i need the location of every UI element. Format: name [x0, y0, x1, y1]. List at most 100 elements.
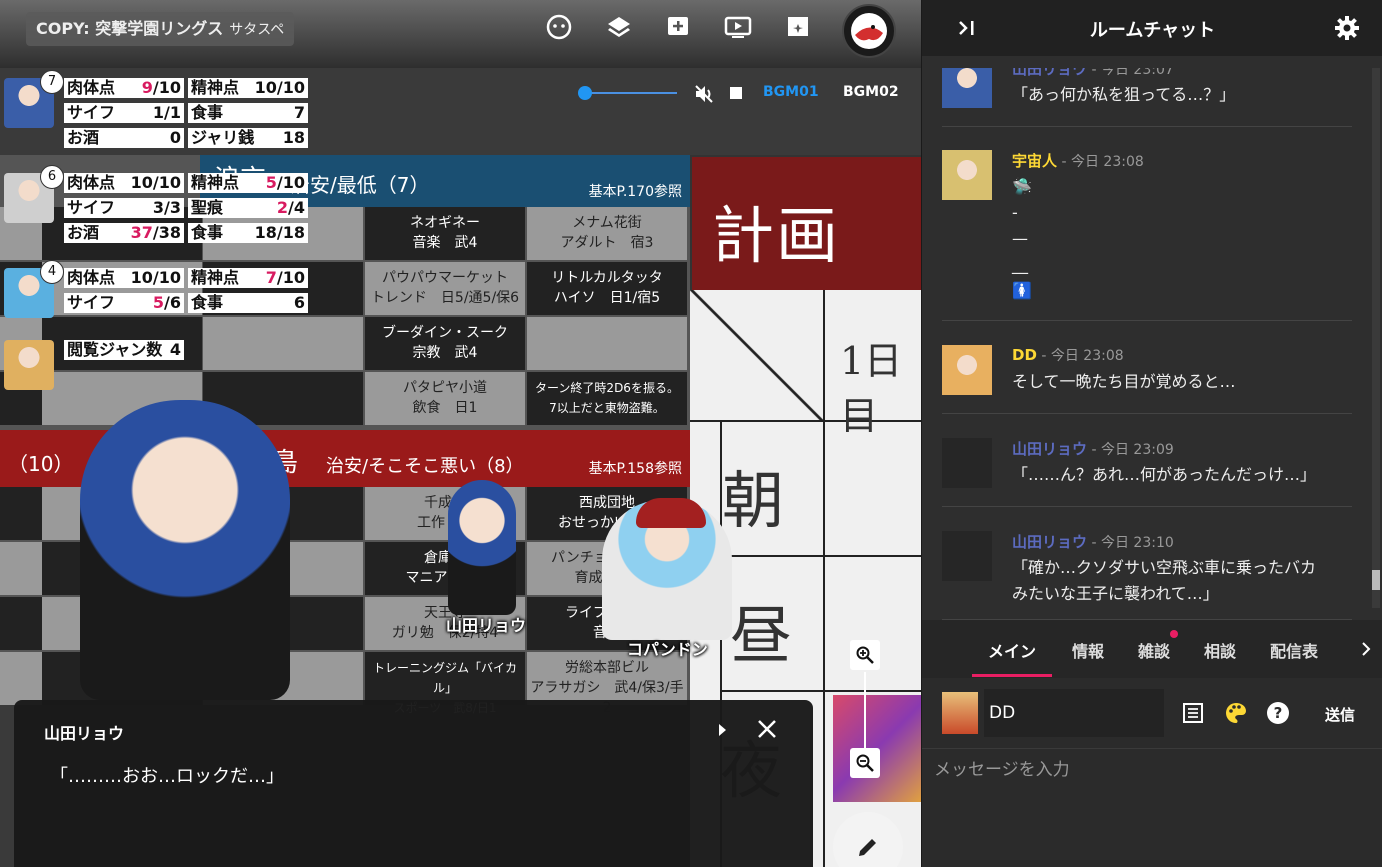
- zoom-in-button[interactable]: [850, 640, 880, 670]
- plan-card: 計画: [690, 155, 921, 294]
- face-icon[interactable]: [544, 12, 574, 42]
- sender-name-field[interactable]: [984, 689, 1164, 737]
- chat-message: 山田リョウ - 今日 23:09 「……ん？あれ…何があったんだっけ…」: [942, 438, 1352, 507]
- district-ref: 基本P.170参照: [588, 184, 682, 200]
- message-window[interactable]: 山田リョウ 「………おお…ロックだ…」: [14, 700, 813, 867]
- stat-cell: 食事 6: [188, 293, 308, 313]
- board-cell[interactable]: ターン終了時2D6を振る。 7以上だと東物盗難。: [527, 372, 687, 425]
- noon-label: 昼: [730, 599, 793, 672]
- chat-tabs: メイン 情報 雑談 相談 配信表: [922, 620, 1382, 678]
- pencil-icon: [859, 839, 876, 856]
- board-cell-detail: トレンド 日5/通5/保6: [370, 290, 520, 306]
- svg-text:?: ?: [1274, 704, 1283, 722]
- day-label: 1日目: [840, 339, 903, 438]
- stat-cell: 肉体点 9/10: [64, 78, 184, 98]
- game-stage: ネオギネー 音楽 武4 メナム花街 アダルト 宿3 パウパウマーケット トレンド 日5/通…: [0, 0, 921, 867]
- user-avatar[interactable]: [842, 4, 896, 58]
- sender-avatar[interactable]: [942, 692, 978, 734]
- volume-slider[interactable]: [585, 92, 677, 94]
- zoom-out-button[interactable]: [850, 748, 880, 778]
- chat-timestamp: - 今日 23:08: [1036, 348, 1124, 364]
- chat-scrollbar[interactable]: [1372, 68, 1380, 608]
- board-cell[interactable]: パタピヤ小道 飲食 日1: [365, 372, 525, 425]
- board-cell-detail: 飲食 日1: [412, 400, 478, 416]
- stat-cell: 閲覧ジャン数 4: [64, 340, 184, 360]
- chat-timestamp: - 今日 23:09: [1087, 442, 1174, 458]
- chat-avatar[interactable]: [942, 345, 992, 395]
- send-button[interactable]: 送信: [1325, 704, 1355, 725]
- character-sprite-ryo[interactable]: [448, 480, 516, 615]
- message-input[interactable]: [922, 748, 1382, 867]
- board-cell-name: リトルカルタッタ: [551, 270, 663, 286]
- movie-edit-icon[interactable]: [783, 12, 813, 42]
- help-icon[interactable]: ?: [1266, 701, 1290, 729]
- tab-4[interactable]: 配信表: [1270, 638, 1318, 662]
- volume-slider-knob[interactable]: [578, 86, 592, 100]
- board-cell[interactable]: ブーダイン・スーク 宗教 武4: [365, 317, 525, 370]
- chat-avatar[interactable]: [942, 68, 992, 108]
- board-cell-detail: アダルト 宿3: [560, 235, 654, 251]
- tab-0[interactable]: メイン: [972, 638, 1052, 677]
- chat-title: ルームチャット: [1089, 20, 1216, 41]
- character-sprite-ryo-large[interactable]: [80, 400, 290, 700]
- room-chat-panel: ルームチャット 山田リョウ - 今日 23:07 「あっ何か私を狙ってる…？」 宇宙…: [921, 0, 1382, 867]
- chat-timestamp: - 今日 23:08: [1057, 154, 1144, 170]
- board-cell-name: パタピヤ小道: [403, 380, 487, 396]
- play-next-icon[interactable]: [716, 720, 730, 744]
- video-icon[interactable]: [723, 12, 753, 42]
- zoom-in-icon: [856, 646, 874, 664]
- tab-2[interactable]: 雑談: [1138, 638, 1170, 662]
- board-cell-name: パウパウマーケット: [382, 270, 508, 286]
- zoom-slider[interactable]: [864, 672, 866, 748]
- chat-message: 山田リョウ - 今日 23:10 「確か…クソダサい空飛ぶ車に乗ったバカ みたいな王…: [942, 531, 1352, 620]
- add-box-icon[interactable]: [663, 12, 693, 42]
- close-icon[interactable]: [756, 718, 778, 744]
- board-cell[interactable]: トレーニングジム「バイカル」スポーツ 武8/日1: [365, 652, 525, 715]
- character-portrait[interactable]: [4, 340, 54, 390]
- board-cell[interactable]: リトルカルタッタ ハイソ 日1/宿5: [527, 262, 687, 315]
- chat-message: 宇宙人 - 今日 23:08 🛸 - — __ 🚺: [942, 150, 1352, 321]
- palette-icon[interactable]: [1224, 701, 1248, 729]
- board-cell[interactable]: [527, 317, 687, 370]
- chat-avatar[interactable]: [942, 438, 992, 488]
- layers-icon[interactable]: [604, 12, 634, 42]
- stat-cell: 肉体点 10/10: [64, 268, 184, 288]
- settings-gear-icon[interactable]: [1334, 15, 1360, 45]
- board-cell-name: ブーダイン・スーク: [382, 325, 508, 341]
- character-label-ryo: 山田リョウ: [446, 616, 527, 635]
- stat-cell: サイフ 1/1: [64, 103, 184, 123]
- board-cell-name: ネオギネー: [410, 215, 480, 231]
- board-cell[interactable]: パウパウマーケット トレンド 日5/通5/保6: [365, 262, 525, 315]
- board-cell-name: メナム花街: [572, 215, 642, 231]
- chat-body: そして一晩たち目が覚めると…: [1012, 372, 1236, 391]
- board-cell-detail: 7以上だと東物盗難。: [549, 401, 665, 415]
- chat-sender: 山田リョウ - 今日 23:10: [1012, 533, 1174, 551]
- initiative-badge: 6: [40, 165, 64, 189]
- chat-avatar[interactable]: [942, 150, 992, 200]
- district-left-num: （10）: [8, 452, 74, 476]
- unread-dot: [1170, 630, 1178, 638]
- stat-cell: ジャリ銭 18: [188, 128, 308, 148]
- tab-3[interactable]: 相談: [1204, 638, 1236, 662]
- mute-icon[interactable]: [693, 83, 715, 109]
- stat-cell: 精神点 5/10: [188, 173, 308, 193]
- chat-body: 「あっ何か私を狙ってる…？」: [1012, 85, 1236, 104]
- bgm-track-2[interactable]: BGM02: [843, 84, 899, 100]
- stat-cell: 聖痕 2/4: [188, 198, 308, 218]
- board-cell[interactable]: メナム花街アダルト 宿3: [527, 207, 687, 260]
- bgm-track-1[interactable]: BGM01: [763, 84, 819, 100]
- list-icon[interactable]: [1182, 702, 1204, 728]
- board-cell-name: 労総本部ビル: [565, 660, 649, 676]
- chat-avatar[interactable]: [942, 531, 992, 581]
- zoom-out-icon: [856, 754, 874, 772]
- stop-icon[interactable]: [730, 87, 742, 99]
- chat-input-area: ? 送信: [922, 678, 1382, 867]
- chevron-right-icon[interactable]: [1360, 640, 1372, 662]
- dialog-text: 「………おお…ロックだ…」: [50, 766, 284, 787]
- stat-cell: 精神点 10/10: [188, 78, 308, 98]
- tab-1[interactable]: 情報: [1072, 638, 1104, 662]
- room-title[interactable]: COPY: 突撃学園リングス サタスペ: [26, 12, 295, 46]
- board-cell-name: トレーニングジム「バイカル」: [372, 661, 517, 695]
- board-cell-detail: 音楽 武4: [412, 235, 478, 251]
- board-cell[interactable]: ネオギネー音楽 武4: [365, 207, 525, 260]
